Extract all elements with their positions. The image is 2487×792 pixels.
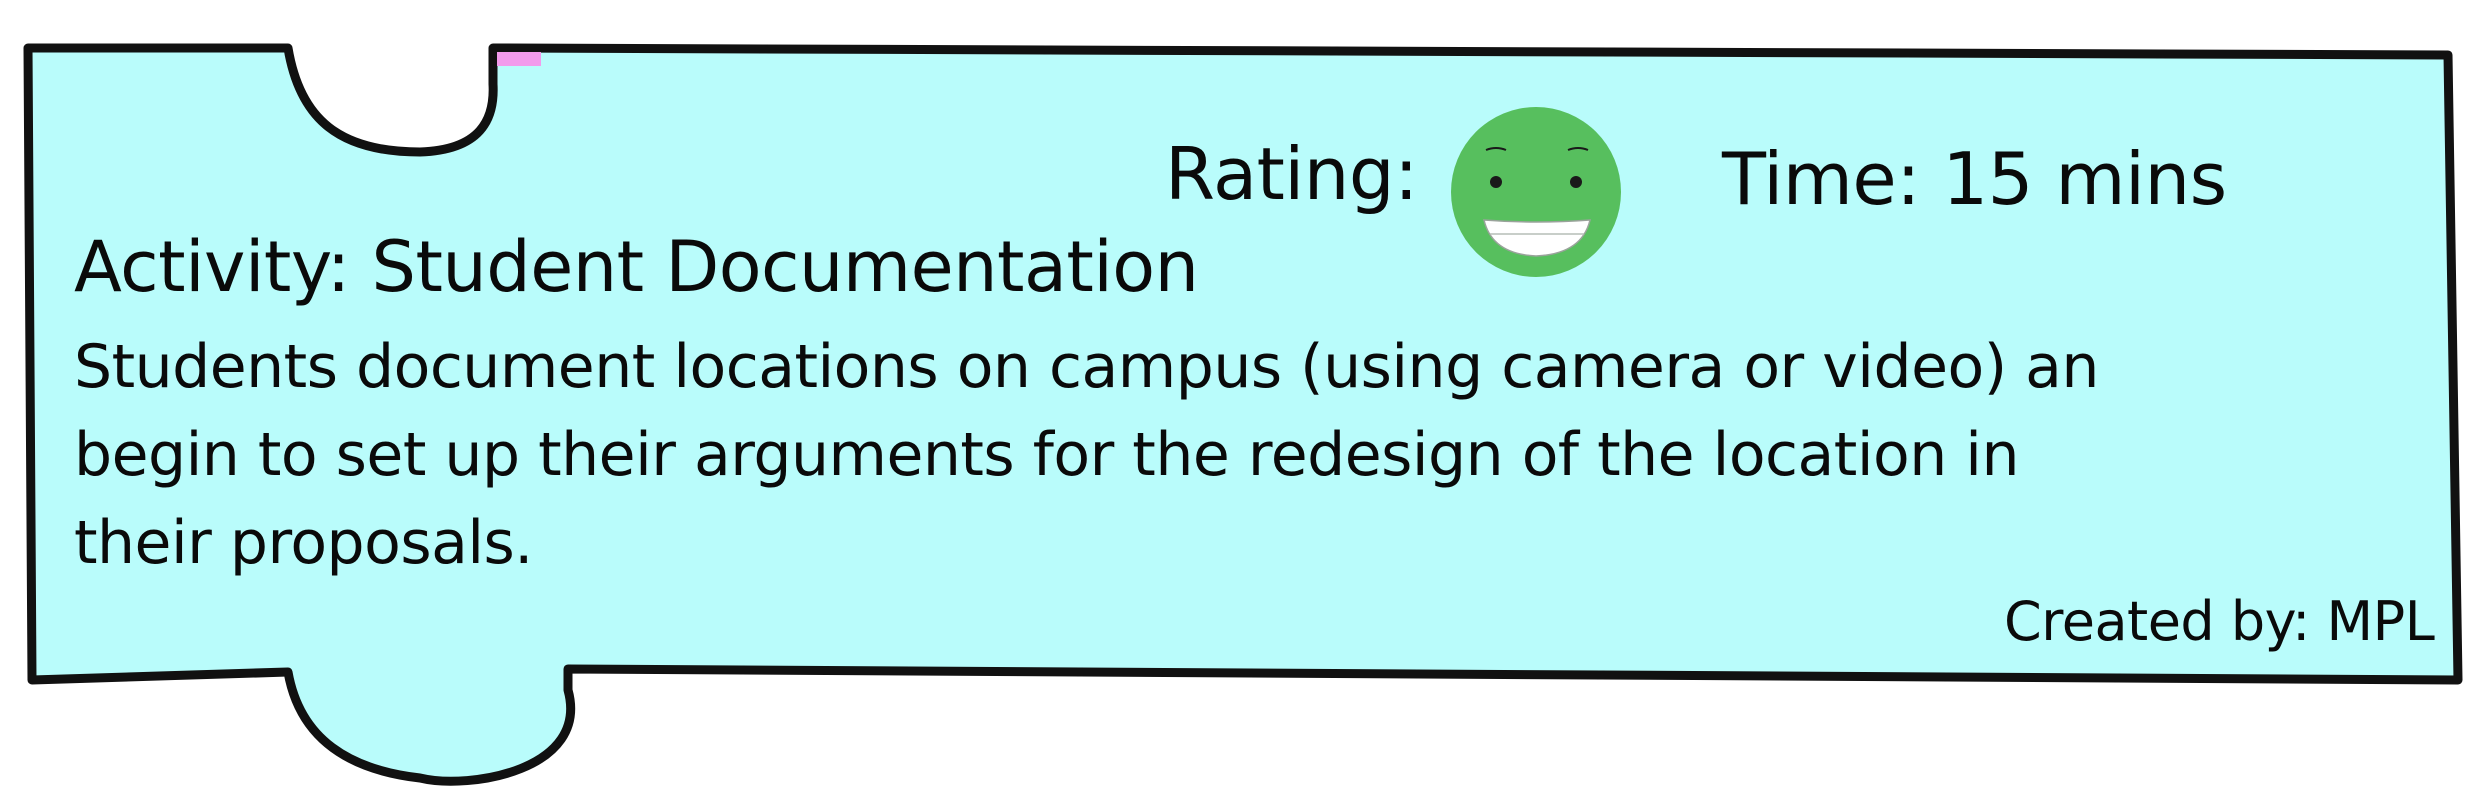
description-line: Students document locations on campus (u… [74, 332, 2099, 402]
activity-description: Students document locations on campus (u… [74, 323, 2234, 587]
time-label: Time: 15 mins [1722, 137, 2227, 221]
rating-label: Rating: [1165, 132, 1418, 216]
accent-tab [497, 52, 541, 66]
right-eye [1570, 176, 1582, 188]
description-line: their proposals. [74, 508, 533, 578]
created-by-label: Created by: MPL [2004, 590, 2435, 653]
smiley-face-icon [1451, 107, 1621, 277]
left-eye [1490, 176, 1502, 188]
activity-title: Activity: Student Documentation [74, 226, 1199, 308]
description-line: begin to set up their arguments for the … [74, 420, 2020, 490]
